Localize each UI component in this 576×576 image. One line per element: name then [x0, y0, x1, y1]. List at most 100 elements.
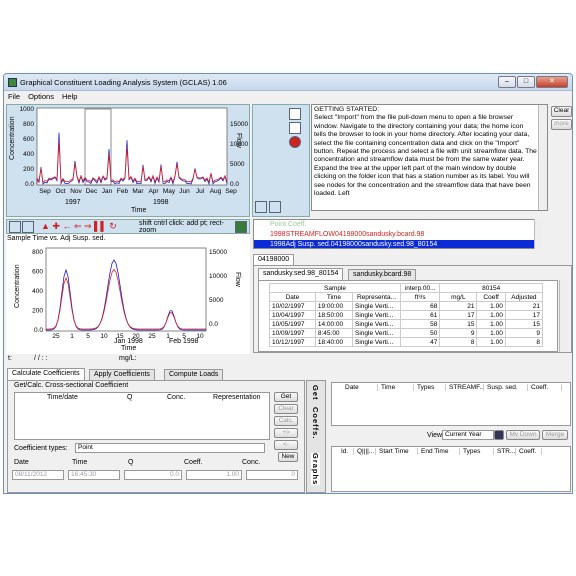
series-item-point-coeff[interactable]: Point Coeff.: [254, 220, 542, 230]
more-button[interactable]: more: [551, 119, 572, 130]
table-cell[interactable]: 1.00: [476, 319, 506, 329]
clear-coef-button[interactable]: Clear: [274, 404, 298, 414]
table-cell[interactable]: 15: [504, 319, 544, 329]
new-button[interactable]: New: [278, 452, 298, 462]
column-header[interactable]: Types: [460, 448, 494, 455]
table-row[interactable]: 10/04/1997 18:50:00 Single Verti... 61 17 1.0…: [269, 310, 544, 320]
table-cell[interactable]: 19:00:00: [314, 301, 353, 311]
table-header-cell[interactable]: ft³/s: [400, 292, 441, 302]
table-cell[interactable]: 1.00: [476, 301, 506, 311]
column-header[interactable]: STR...: [494, 448, 516, 455]
table-header-cell[interactable]: mg/L: [439, 292, 478, 302]
remove-arrow-button[interactable]: <-: [274, 440, 298, 450]
maximize-button[interactable]: □: [517, 76, 535, 88]
zoom-icon[interactable]: [289, 108, 301, 120]
table-cell[interactable]: 9: [439, 328, 478, 338]
grid-icon[interactable]: [269, 201, 281, 213]
tab-bcard-file[interactable]: sandusky.bcard.98: [348, 269, 417, 280]
table-cell[interactable]: 1.00: [476, 337, 506, 347]
tab-calculate-coefficients[interactable]: Calculate Coefficients: [7, 368, 85, 380]
table-cell[interactable]: 21: [439, 301, 478, 311]
mv-down-button[interactable]: Mv Down: [506, 430, 540, 440]
column-header[interactable]: Susp. sed.: [484, 384, 528, 391]
table-header-cell[interactable]: Representa...: [351, 292, 402, 302]
tab-sed-file[interactable]: sandusky.sed.98_80154: [258, 268, 344, 280]
get-button[interactable]: Get: [274, 392, 298, 402]
column-header[interactable]: Types: [414, 384, 446, 391]
pan-icon[interactable]: [289, 122, 301, 134]
tab-apply-coefficients[interactable]: Apply Coefficients: [89, 369, 155, 380]
zoom-icon[interactable]: [22, 221, 34, 233]
column-header[interactable]: Start Time: [376, 448, 418, 455]
calc-button[interactable]: Calc.: [274, 416, 298, 426]
table-cell[interactable]: 9: [504, 328, 544, 338]
series-item-streamflow[interactable]: 1998STREAMFLOW04198000sandusky.bcard.98: [254, 230, 542, 240]
table-cell[interactable]: 47: [400, 337, 441, 347]
table-cell[interactable]: 8: [504, 337, 544, 347]
table-cell[interactable]: Single Verti...: [351, 301, 402, 311]
nav-arrows-icon[interactable]: ▲ ✚ ← ⇐ ⇒ ▌▌ ↻: [41, 221, 117, 232]
view-select[interactable]: Current Year: [442, 430, 494, 440]
clear-button[interactable]: Clear: [551, 106, 572, 117]
column-header[interactable]: Coeff.: [528, 384, 562, 391]
data-table-scrollbar[interactable]: [559, 280, 568, 352]
conc-field[interactable]: 0: [246, 470, 298, 480]
table-cell[interactable]: 68: [400, 301, 441, 311]
table-cell[interactable]: Single Verti...: [351, 310, 402, 320]
menu-options[interactable]: Options: [28, 92, 54, 101]
table-header-cell[interactable]: Date: [269, 292, 316, 302]
table-cell[interactable]: 1.00: [476, 328, 506, 338]
series-item-susp-sed[interactable]: 1998Adj Susp. sed.04198000sandusky.sed.9…: [254, 240, 542, 248]
home-icon[interactable]: [255, 201, 267, 213]
table-cell[interactable]: 10/04/1997: [269, 310, 316, 320]
chevron-down-icon[interactable]: [494, 430, 504, 440]
table-cell[interactable]: 58: [400, 319, 441, 329]
table-cell[interactable]: Single Verti...: [351, 337, 402, 347]
tab-compute-loads[interactable]: Compute Loads: [164, 369, 224, 380]
column-header[interactable]: Date: [342, 384, 378, 391]
vtab-get[interactable]: Get: [311, 385, 320, 401]
coef-types-field[interactable]: Point: [75, 443, 265, 453]
table-cell[interactable]: 14:00:00: [314, 319, 353, 329]
table-row[interactable]: 10/02/1997 19:00:00 Single Verti... 68 21 1.0…: [269, 301, 544, 311]
table-cell[interactable]: 10/05/1997: [269, 319, 316, 329]
table-cell[interactable]: Single Verti...: [351, 319, 402, 329]
table-header-cell[interactable]: Coeff: [476, 292, 506, 302]
table-cell[interactable]: 17: [439, 310, 478, 320]
table-cell[interactable]: 10/12/1997: [269, 337, 316, 347]
column-header[interactable]: Coeff.: [516, 448, 542, 455]
vtab-coeffs[interactable]: Coeffs.: [311, 407, 320, 439]
table-row[interactable]: 10/09/1997 8:45:00 Single Verti... 50 9 1.00 9: [269, 328, 544, 338]
table-header-cell[interactable]: Adjusted: [504, 292, 544, 302]
q-field[interactable]: 0.0: [124, 470, 182, 480]
time-field[interactable]: 16:45:30: [68, 470, 120, 480]
table-cell[interactable]: 17: [504, 310, 544, 320]
menu-file[interactable]: File: [8, 92, 20, 101]
series-list-scrollbar[interactable]: [534, 219, 543, 249]
table-cell[interactable]: 8:45:00: [314, 328, 353, 338]
table-row[interactable]: 10/12/1997 18:40:00 Single Verti... 47 8 1.00…: [269, 337, 544, 347]
column-header[interactable]: Q||||...: [354, 448, 376, 455]
table-row[interactable]: 10/05/1997 14:00:00 Single Verti... 58 15 1.0…: [269, 319, 544, 329]
column-header[interactable]: STREAMF...: [446, 384, 484, 391]
close-button[interactable]: ✕: [536, 76, 568, 88]
vtab-graphs[interactable]: Graphs: [311, 453, 320, 486]
table-cell[interactable]: 18:40:00: [314, 337, 353, 347]
getting-started-scrollbar[interactable]: [538, 105, 547, 210]
column-header[interactable]: Id.: [338, 448, 354, 455]
merge-button[interactable]: Merge: [542, 430, 568, 440]
table-cell[interactable]: 1.00: [476, 310, 506, 320]
table-cell[interactable]: 10/09/1997: [269, 328, 316, 338]
column-header[interactable]: End Time: [418, 448, 460, 455]
table-cell[interactable]: 18:50:00: [314, 310, 353, 320]
table-cell[interactable]: 15: [439, 319, 478, 329]
minimize-button[interactable]: –: [498, 76, 516, 88]
column-header[interactable]: Time: [378, 384, 414, 391]
home-icon[interactable]: [9, 221, 21, 233]
table-cell[interactable]: 10/02/1997: [269, 301, 316, 311]
stop-icon[interactable]: [289, 136, 301, 148]
date-field[interactable]: 08/11/2012: [12, 470, 64, 480]
add-arrow-button[interactable]: +>: [274, 428, 298, 438]
menu-help[interactable]: Help: [62, 92, 77, 101]
table-cell[interactable]: 21: [504, 301, 544, 311]
